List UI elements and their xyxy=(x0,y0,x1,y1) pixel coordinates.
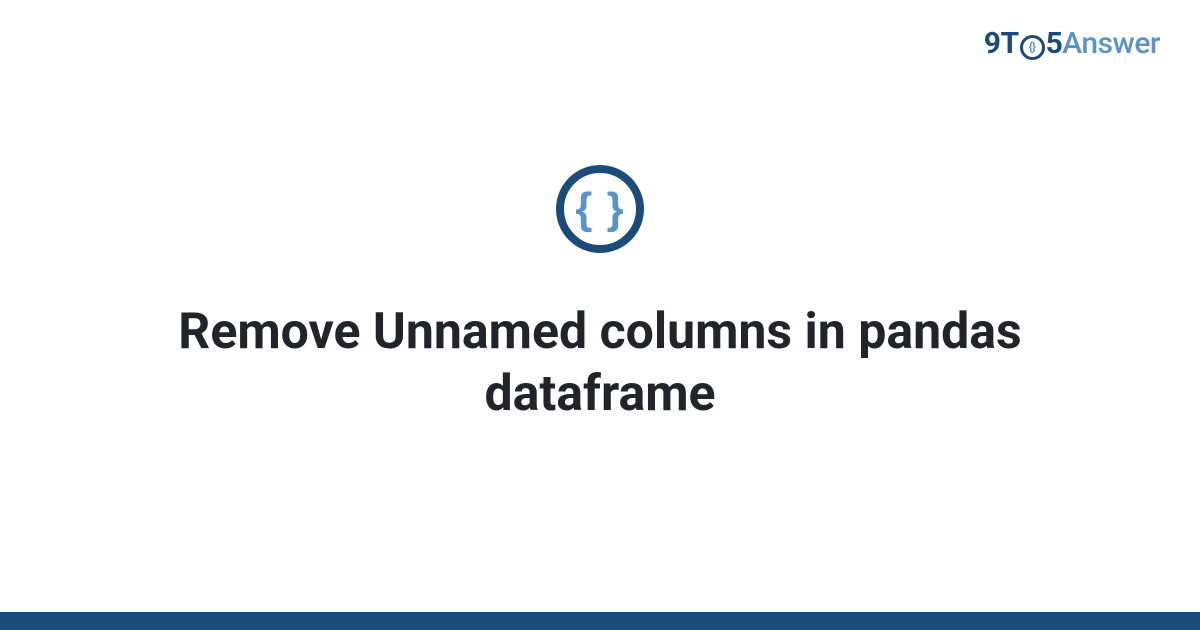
code-braces-icon: { } xyxy=(556,165,644,253)
page-title: Remove Unnamed columns in pandas datafra… xyxy=(150,301,1050,426)
braces-glyph: { } xyxy=(575,184,624,234)
footer-accent-bar xyxy=(0,612,1200,630)
main-content: { } Remove Unnamed columns in pandas dat… xyxy=(0,0,1200,630)
